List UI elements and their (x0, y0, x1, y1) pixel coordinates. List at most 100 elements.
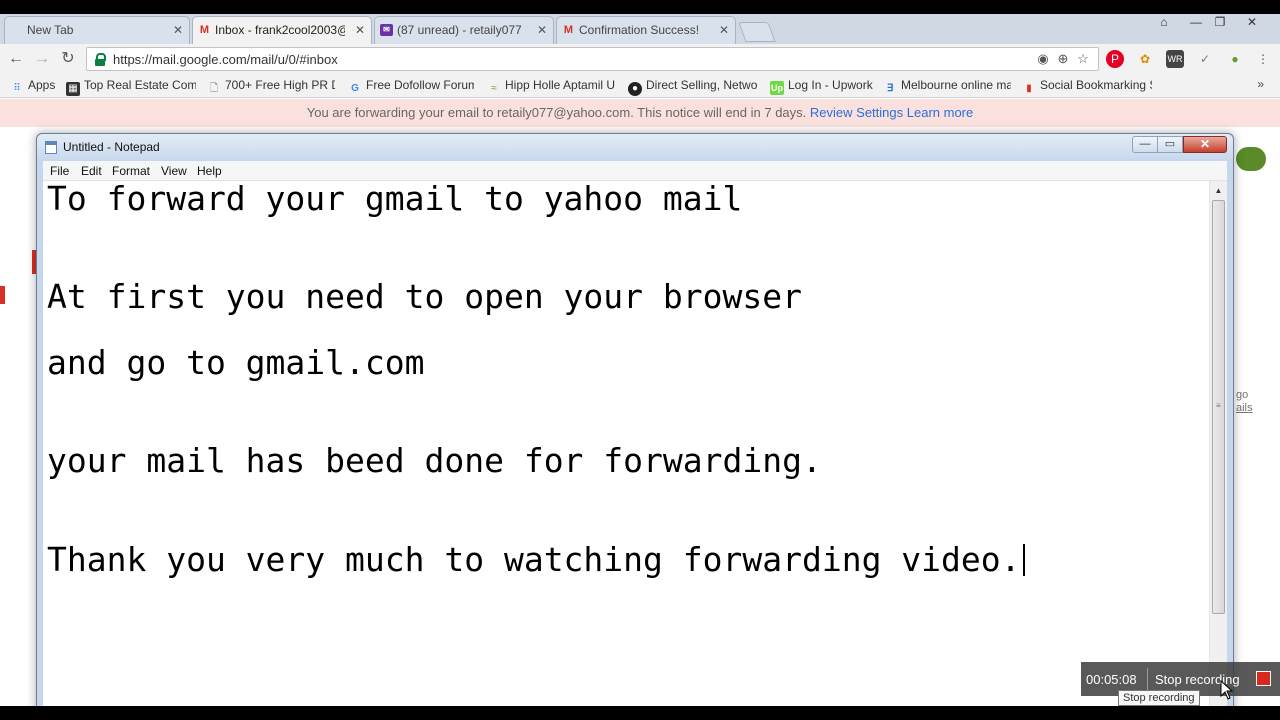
mouse-cursor-icon (1220, 680, 1234, 700)
notice-text: You are forwarding your email to retaily… (306, 105, 807, 120)
menu-edit[interactable]: Edit (81, 164, 102, 178)
zoom-icon[interactable]: ⊕ (1055, 51, 1071, 67)
tab-label: Inbox - frank2cool2003@ (215, 23, 345, 37)
menu-view[interactable]: View (161, 164, 187, 178)
reload-icon[interactable]: ↻ (58, 49, 78, 69)
side-text-line: go (1236, 389, 1249, 401)
minimize-icon[interactable]: — (1184, 15, 1208, 29)
vertical-scrollbar[interactable]: ▲ ≡ (1209, 181, 1227, 720)
tab-close-icon[interactable]: ✕ (719, 23, 729, 37)
gmail-icon: M (563, 24, 574, 36)
text-line: and go to gmail.com (47, 343, 425, 382)
notepad-title-bar[interactable]: Untitled - Notepad — ▭ ✕ (37, 134, 1233, 160)
notepad-close-button[interactable]: ✕ (1183, 136, 1227, 153)
avatar (1236, 147, 1266, 171)
extension-wr-icon[interactable]: WR (1166, 50, 1184, 68)
bookmarks-bar: ⠿ Apps ▦ Top Real Estate Comp 🗋 700+ Free H… (0, 74, 1280, 98)
bookmarks-more-icon[interactable]: » (1257, 77, 1264, 91)
gmail-icon: M (199, 24, 210, 36)
site-icon: ▦ (66, 82, 80, 96)
tab-label: New Tab (27, 23, 74, 37)
bookmark-label: 700+ Free High PR Di (225, 78, 335, 92)
tab-gmail-inbox[interactable]: M Inbox - frank2cool2003@ ✕ (192, 16, 372, 44)
star-icon[interactable]: ☆ (1075, 51, 1091, 67)
bookmark-label: Direct Selling, Networ (646, 78, 758, 92)
bookmark-upwork[interactable]: Up Log In - Upwork (770, 78, 874, 95)
bookmark-label: Melbourne online ma (901, 78, 1011, 92)
notepad-title: Untitled - Notepad (63, 140, 160, 154)
notepad-text-area[interactable]: To forward your gmail to yahoo mail At f… (43, 181, 1227, 720)
chrome-menu-icon[interactable]: ⋮ (1254, 50, 1272, 68)
notepad-maximize-button[interactable]: ▭ (1157, 136, 1183, 153)
review-settings-link[interactable]: Review Settings (810, 105, 903, 120)
address-toolbar: ← → ↻ https://mail.google.com/mail/u/0/#… (0, 44, 1280, 74)
address-bar[interactable]: https://mail.google.com/mail/u/0/#inbox … (86, 47, 1099, 71)
site-icon: ∃ (886, 83, 894, 94)
tab-close-icon[interactable]: ✕ (173, 23, 183, 37)
bookmark-label: Social Bookmarking S (1040, 78, 1152, 92)
forwarding-notice: You are forwarding your email to retaily… (0, 99, 1280, 127)
site-icon: ≈ (491, 83, 497, 94)
tab-close-icon[interactable]: ✕ (537, 23, 547, 37)
tab-new-tab[interactable]: New Tab ✕ (4, 16, 190, 44)
gmail-inbox-marker (0, 286, 5, 304)
top-letterbox (0, 0, 1280, 14)
scroll-up-icon[interactable]: ▲ (1210, 183, 1227, 199)
stop-square-icon[interactable] (1256, 671, 1271, 686)
bookmark-label: Free Dofollow Forum (366, 78, 474, 92)
menu-file[interactable]: File (50, 164, 69, 178)
text-line: your mail has beed done for forwarding. (47, 441, 822, 480)
bookmark-melbourne[interactable]: ∃ Melbourne online ma (883, 78, 1011, 96)
gmail-side-text: go ails (1236, 389, 1253, 415)
grip-icon: ≡ (1216, 401, 1221, 410)
back-arrow-icon[interactable]: ← (6, 49, 26, 69)
menu-help[interactable]: Help (197, 164, 222, 178)
eye-icon[interactable]: ◉ (1035, 51, 1051, 67)
text-caret (1022, 544, 1025, 576)
bookmark-direct-selling[interactable]: ● Direct Selling, Networ (628, 78, 758, 96)
new-tab-button[interactable] (738, 22, 776, 42)
page-icon: 🗋 (209, 83, 219, 94)
bookmark-hipp-holle[interactable]: ≈ Hipp Holle Aptamil U (487, 78, 617, 96)
bookmark-dofollow-forum[interactable]: G Free Dofollow Forum (348, 78, 474, 96)
close-icon[interactable]: ✕ (1240, 15, 1264, 29)
learn-more-link[interactable]: Learn more (907, 105, 973, 120)
stop-recording-tooltip: Stop recording (1118, 690, 1200, 706)
bookmark-social-bookmarking[interactable]: ▮ Social Bookmarking S (1022, 78, 1152, 96)
apps-grid-icon: ⠿ (13, 83, 21, 94)
text-line: To forward your gmail to yahoo mail (47, 179, 743, 218)
bookmark-apps[interactable]: ⠿ Apps (10, 78, 55, 96)
bookmark-label: Top Real Estate Comp (84, 78, 196, 92)
notepad-minimize-button[interactable]: — (1132, 136, 1158, 153)
pinterest-icon[interactable]: P (1106, 50, 1124, 68)
upwork-icon: Up (770, 81, 784, 95)
restore-icon[interactable]: ❐ (1208, 15, 1232, 29)
extension-flower-icon[interactable]: ✿ (1136, 50, 1154, 68)
browser-tab-bar: New Tab ✕ M Inbox - frank2cool2003@ ✕ ✉ … (0, 14, 1280, 44)
menu-format[interactable]: Format (112, 164, 150, 178)
scrollbar-thumb[interactable]: ≡ (1212, 200, 1225, 614)
forward-arrow-icon[interactable]: → (32, 49, 52, 69)
site-icon: ▮ (1026, 83, 1032, 94)
recording-timer: 00:05:08 (1086, 672, 1137, 687)
tab-yahoo-mail[interactable]: ✉ (87 unread) - retaily077 ✕ (374, 16, 554, 44)
tab-close-icon[interactable]: ✕ (355, 23, 365, 37)
bookmark-real-estate[interactable]: ▦ Top Real Estate Comp (66, 78, 196, 96)
bookmark-free-high-pr[interactable]: 🗋 700+ Free High PR Di (207, 78, 335, 96)
recorder-divider (1147, 668, 1148, 690)
side-text-line[interactable]: ails (1236, 402, 1253, 415)
bookmark-label: Apps (28, 78, 56, 92)
notepad-window: Untitled - Notepad — ▭ ✕ File Edit Forma… (36, 133, 1234, 720)
extension-off-icon[interactable]: ● (1226, 50, 1244, 68)
text-line-last: Thank you very much to watching forwardi… (47, 542, 1025, 578)
extension-check-icon[interactable]: ✓ (1196, 50, 1214, 68)
profile-icon[interactable]: ⌂ (1152, 15, 1176, 29)
bookmark-label: Log In - Upwork (788, 78, 873, 92)
yahoo-mail-icon: ✉ (380, 24, 393, 36)
tab-confirmation[interactable]: M Confirmation Success! ✕ (556, 16, 736, 44)
lock-icon (95, 53, 106, 66)
google-icon: G (351, 83, 359, 94)
url-text: https://mail.google.com/mail/u/0/#inbox (113, 52, 338, 67)
tab-label: (87 unread) - retaily077 (397, 23, 522, 37)
notepad-app-icon (45, 141, 57, 154)
